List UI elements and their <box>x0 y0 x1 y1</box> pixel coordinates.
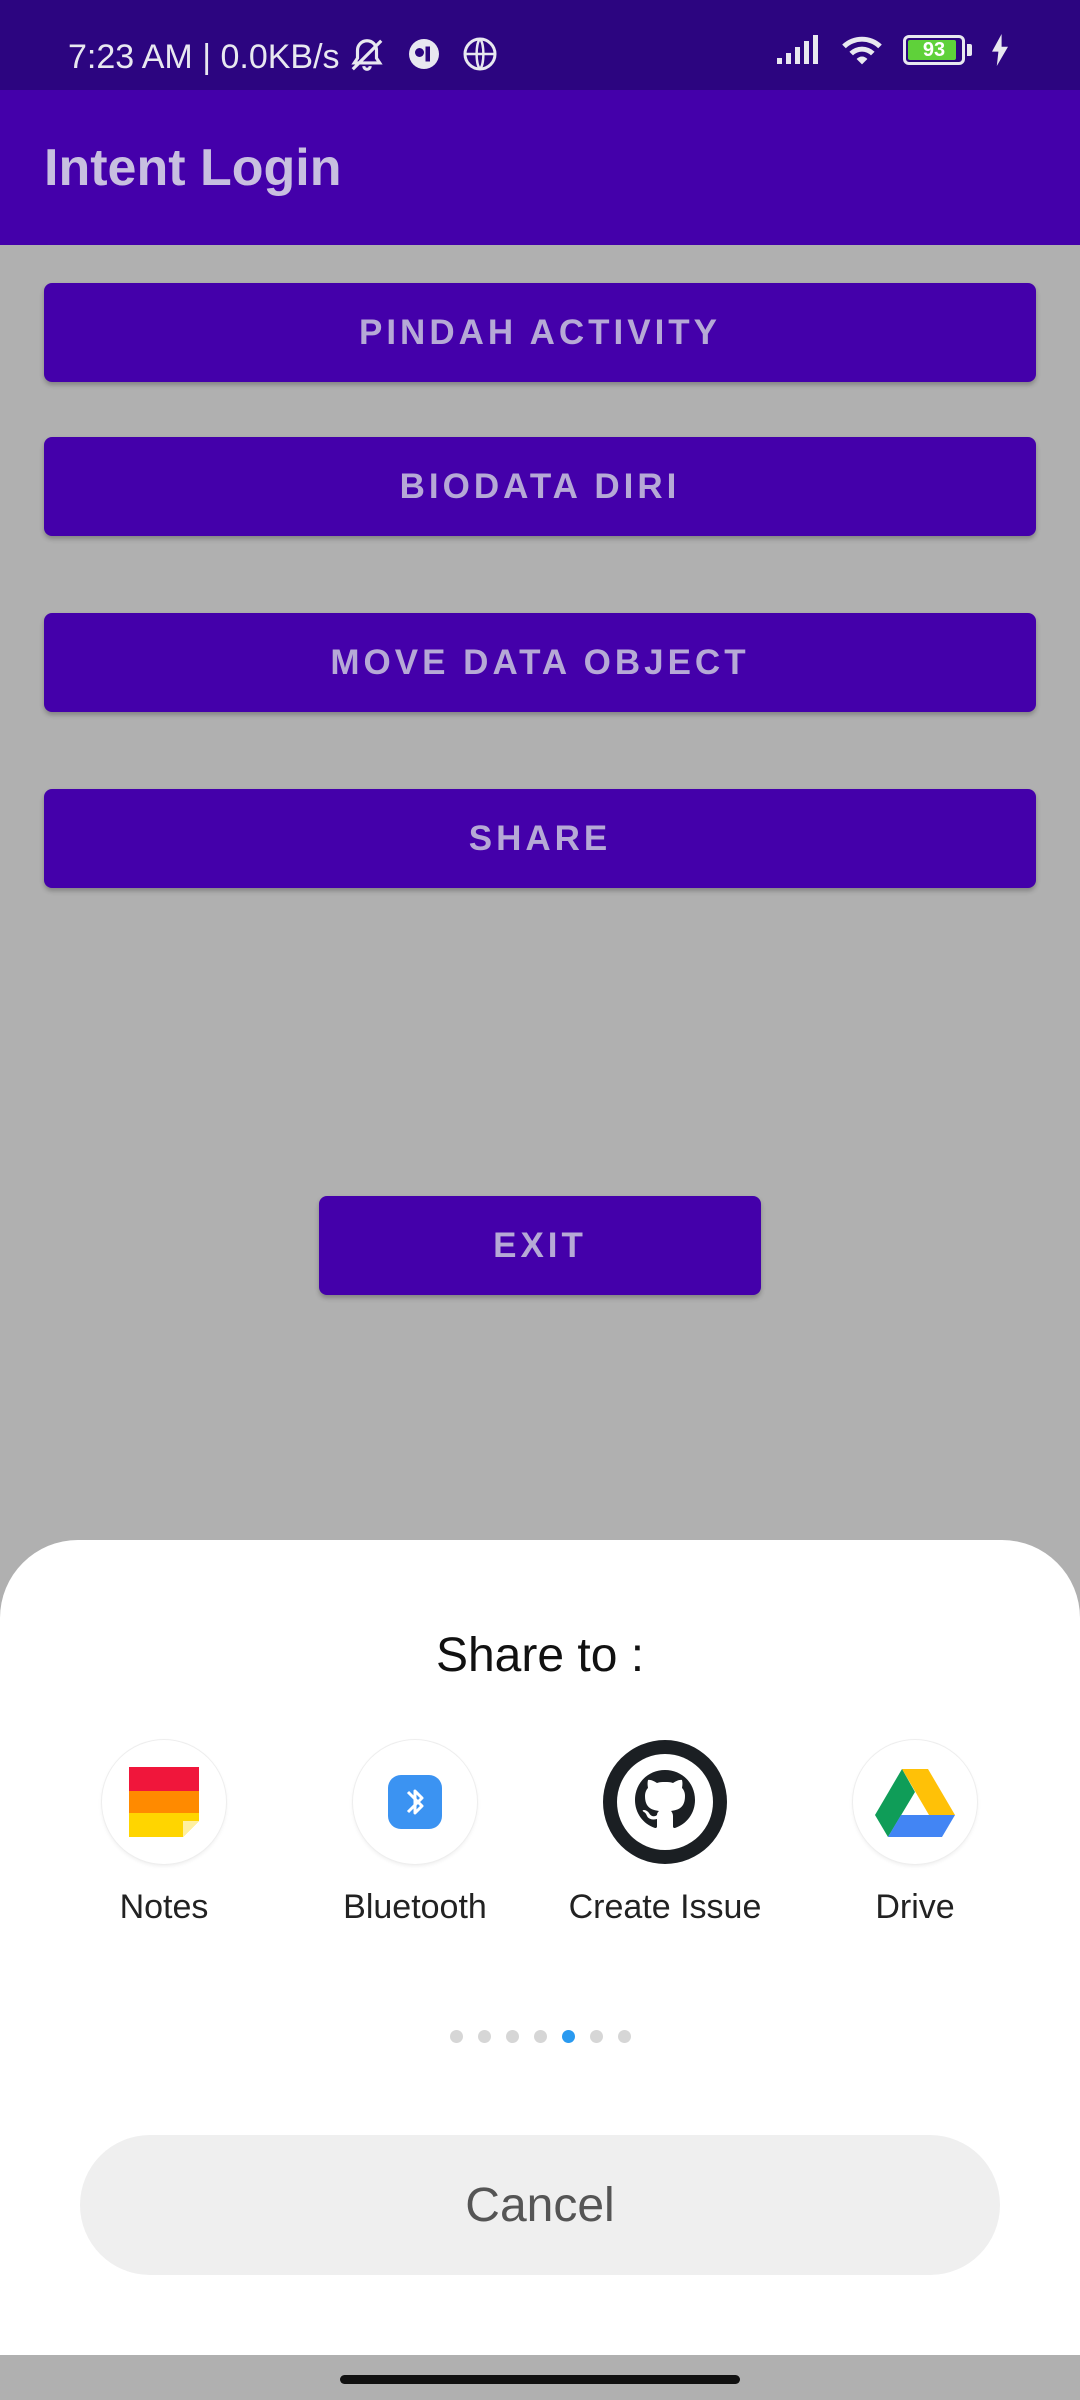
bell-off-icon <box>351 39 383 71</box>
battery-cap <box>967 44 972 56</box>
page-dot <box>505 2030 519 2043</box>
home-gesture-handle[interactable] <box>340 2375 740 2384</box>
wifi-icon <box>842 36 882 65</box>
status-time: 7:23 AM | 0.0KB/s <box>68 38 340 76</box>
page-title: Intent Login <box>44 139 342 197</box>
share-sheet: Share to : Notes Bluetooth Create Issue … <box>0 1540 1080 2355</box>
page-dot <box>589 2030 603 2043</box>
biodata-diri-button[interactable]: BIODATA DIRI <box>44 437 1036 536</box>
share-app-label: Bluetooth <box>343 1888 487 1926</box>
signal-icon <box>777 35 818 64</box>
battery-icon: 93 <box>903 35 965 65</box>
notes-icon <box>102 1740 226 1864</box>
page-dot-active <box>561 2030 575 2043</box>
share-app-label: Drive <box>875 1888 955 1926</box>
page-indicator <box>0 2030 1080 2043</box>
navigation-bar <box>0 2355 1080 2400</box>
status-notification-icons <box>348 36 498 74</box>
share-button[interactable]: SHARE <box>44 789 1036 888</box>
page-dot <box>533 2030 547 2043</box>
share-app-bluetooth[interactable]: Bluetooth <box>285 1740 545 1927</box>
app-notification-icon <box>409 39 439 69</box>
app-bar: Intent Login <box>0 90 1080 245</box>
page-dot <box>617 2030 631 2043</box>
status-bar: 7:23 AM | 0.0KB/s 93 <box>0 0 1080 90</box>
status-system-icons: 93 <box>775 32 1010 68</box>
share-sheet-title: Share to : <box>435 1629 645 1682</box>
battery-percent: 93 <box>922 38 946 61</box>
exit-button[interactable]: EXIT <box>319 1196 761 1295</box>
cancel-button[interactable]: Cancel <box>80 2135 1000 2275</box>
page-dot <box>449 2030 463 2043</box>
share-app-label: Notes <box>119 1888 209 1926</box>
pindah-activity-button[interactable]: PINDAH ACTIVITY <box>44 283 1036 382</box>
charging-icon <box>992 34 1008 66</box>
globe-icon <box>463 37 497 71</box>
drive-icon <box>853 1740 977 1864</box>
page-dot <box>477 2030 491 2043</box>
move-data-object-button[interactable]: MOVE DATA OBJECT <box>44 613 1036 712</box>
share-app-drive[interactable]: Drive <box>785 1740 1045 1927</box>
share-app-notes[interactable]: Notes <box>34 1740 294 1927</box>
share-app-create-issue[interactable]: Create Issue <box>535 1740 795 1927</box>
github-icon <box>603 1740 727 1864</box>
bluetooth-icon <box>353 1740 477 1864</box>
share-app-label: Create Issue <box>568 1888 762 1926</box>
